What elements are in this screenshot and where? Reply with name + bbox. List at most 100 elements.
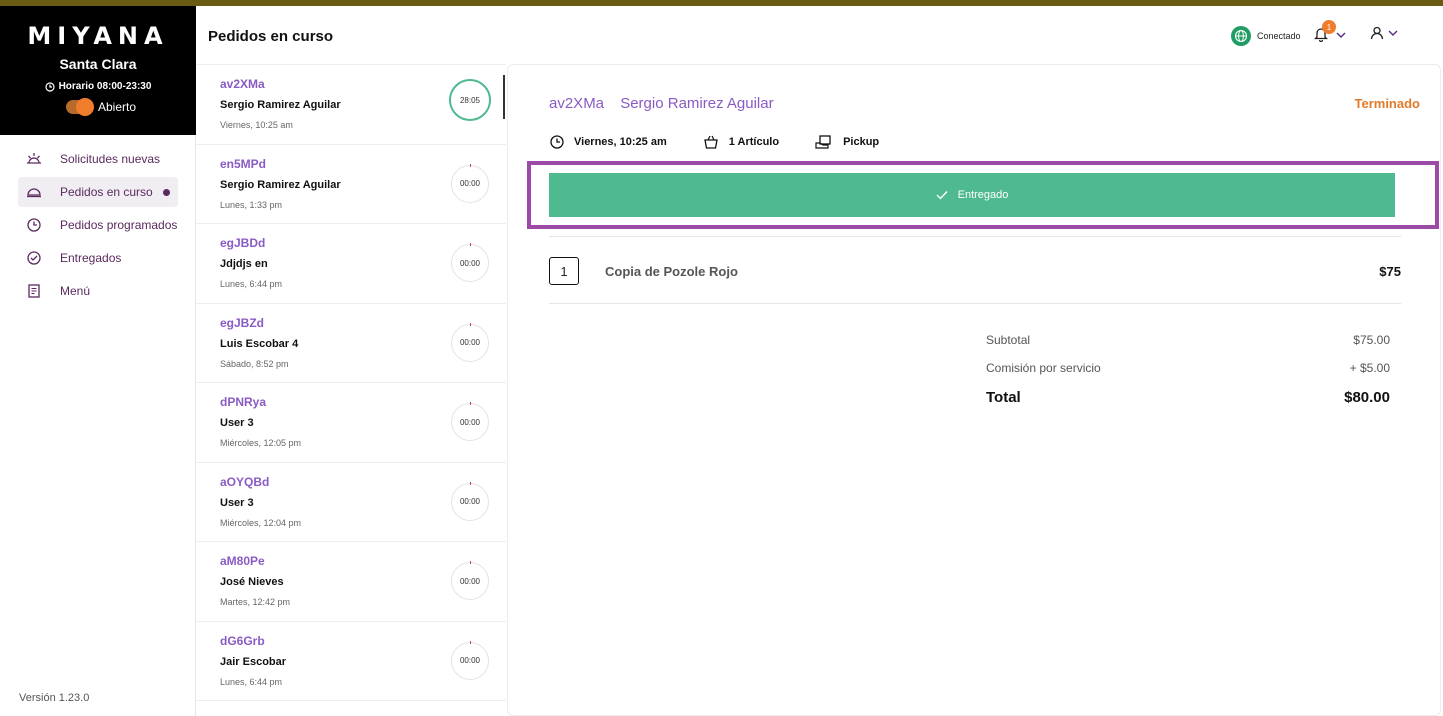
order-time: Lunes, 6:44 pm [220, 676, 283, 687]
timer-tick [470, 640, 471, 644]
order-card[interactable]: egJBDd Jdjdjs en Lunes, 6:44 pm 00:00 [196, 224, 506, 304]
delivered-button-label: Entregado [957, 189, 1009, 201]
order-card[interactable]: aM80Pe José Nieves Martes, 12:42 pm 00:0… [196, 542, 506, 622]
order-code: dG6Grb [220, 633, 265, 648]
timer-tick [470, 481, 471, 485]
notification-badge: 1 [1322, 20, 1336, 34]
notifications-button[interactable]: 1 [1313, 20, 1346, 44]
open-label: Abierto [98, 100, 137, 114]
order-code: av2XMa [220, 77, 265, 91]
service-fee-row: Comisión por servicio + $5.00 [986, 361, 1390, 375]
service-fee-label: Comisión por servicio [986, 361, 1101, 375]
sidebar-item-label: Entregados [60, 251, 122, 265]
chevron-down-icon [1336, 32, 1346, 38]
sidebar-item-entregados[interactable]: Entregados [18, 243, 178, 273]
item-price: $75 [1379, 264, 1401, 279]
order-code: egJBZd [220, 315, 265, 330]
customer-name: User 3 [220, 496, 254, 509]
customer-name: Jdjdjs en [220, 258, 268, 270]
customer-name: José Nieves [220, 576, 284, 588]
sidebar-item-label: Pedidos en curso [60, 185, 153, 199]
items-count-label: 1 Artículo [728, 136, 780, 148]
order-time: Martes, 12:42 pm [220, 597, 291, 607]
connection-label: Conectado [1257, 31, 1301, 41]
dish-icon [26, 184, 42, 200]
sidebar-item-label: Pedidos programados [60, 218, 178, 232]
order-card[interactable]: dPNRya User 3 Miércoles, 12:05 pm 00:00 [196, 383, 506, 463]
order-timer: 28:05 [449, 79, 491, 121]
connection-status: Conectado [1231, 26, 1301, 46]
customer-name: User 3 [220, 417, 254, 429]
timer-label: 00:00 [459, 258, 481, 268]
order-card[interactable]: aOYQBd User 3 Miércoles, 12:04 pm 00:00 [196, 463, 506, 542]
item-name: Copia de Pozole Rojo [605, 264, 738, 279]
store-hours: Horario 08:00-23:30 [0, 81, 196, 92]
customer-name: Sergio Ramirez Aguilar [220, 99, 341, 111]
order-code: aM80Pe [220, 554, 265, 568]
order-code: aOYQBd [220, 474, 270, 489]
order-card[interactable]: en5MPd Sergio Ramirez Aguilar Lunes, 1:3… [196, 145, 506, 224]
order-timer: 00:00 [451, 481, 489, 521]
delivery-mode-label: Pickup [843, 136, 880, 148]
total-value: $80.00 [1344, 389, 1390, 406]
sidebar-item-label: Solicitudes nuevas [60, 152, 161, 166]
order-line-item: 1 Copia de Pozole Rojo $75 [549, 257, 1401, 287]
hours-label: Horario 08:00-23:30 [58, 81, 152, 92]
order-time: Lunes, 1:33 pm [220, 199, 283, 210]
customer-name: Luis Escobar 4 [220, 337, 299, 350]
sidebar-item-pedidos-en-curso[interactable]: Pedidos en curso [18, 177, 178, 207]
order-time: Lunes, 6:44 pm [220, 279, 283, 289]
sidebar-item-solicitudes[interactable]: Solicitudes nuevas [18, 144, 178, 174]
check-circle-icon [26, 250, 42, 266]
order-detail-panel: av2XMa Sergio Ramirez Aguilar Terminado … [507, 64, 1441, 716]
items-count-meta: 1 Artículo [703, 135, 779, 149]
timer-tick [470, 402, 471, 405]
order-status-badge: Terminado [1354, 96, 1421, 111]
order-time-label: Viernes, 10:25 am [574, 136, 667, 148]
order-time-meta: Viernes, 10:25 am [550, 135, 667, 149]
page-title: Pedidos en curso [208, 28, 334, 45]
brand-panel: MIYANA Santa Clara Horario 08:00-23:30 A… [0, 6, 196, 135]
menu-book-icon [26, 283, 42, 299]
open-toggle[interactable] [66, 98, 94, 116]
order-card[interactable]: av2XMa Sergio Ramirez Aguilar Viernes, 1… [196, 65, 506, 145]
total-label: Total [986, 389, 1021, 406]
order-timer: 00:00 [451, 402, 489, 441]
header: Pedidos en curso Conectado 1 [196, 6, 1443, 64]
timer-label: 00:00 [459, 338, 481, 347]
basket-icon [703, 135, 718, 149]
sidebar-item-programados[interactable]: Pedidos programados [18, 210, 178, 240]
order-timer: 00:00 [451, 163, 489, 203]
timer-label: 00:00 [459, 656, 481, 665]
order-card[interactable]: dG6Grb Jair Escobar Lunes, 6:44 pm 00:00 [196, 622, 506, 701]
order-meta: Viernes, 10:25 am 1 Artículo Pickup [550, 135, 879, 149]
order-timer: 00:00 [451, 640, 489, 680]
active-dot [163, 189, 170, 196]
item-quantity: 1 [549, 257, 579, 285]
divider [549, 303, 1401, 304]
pickup-icon [815, 135, 831, 149]
detail-order-code: av2XMa [549, 95, 605, 112]
timer-tick [470, 322, 471, 326]
sidebar-item-menu[interactable]: Menú [18, 276, 178, 306]
orders-list: av2XMa Sergio Ramirez Aguilar Viernes, 1… [196, 64, 506, 716]
order-card[interactable]: egJBZd Luis Escobar 4 Sábado, 8:52 pm 00… [196, 304, 506, 383]
app-version: Versión 1.23.0 [19, 692, 90, 704]
customer-name: Sergio Ramirez Aguilar [220, 178, 341, 191]
timer-tick [470, 243, 471, 246]
order-time: Miércoles, 12:04 pm [220, 517, 302, 528]
check-icon [936, 191, 948, 200]
sidebar: MIYANA Santa Clara Horario 08:00-23:30 A… [0, 6, 196, 716]
subtotal-value: $75.00 [1353, 333, 1390, 347]
bell-icon: 1 [1313, 20, 1336, 44]
order-timer: 00:00 [451, 243, 489, 282]
delivered-button[interactable]: Entregado [549, 173, 1395, 217]
timer-tick [470, 561, 471, 564]
order-totals: Subtotal $75.00 Comisión por servicio + … [986, 333, 1390, 420]
sidebar-item-label: Menú [60, 284, 91, 298]
delivery-mode-meta: Pickup [815, 135, 879, 149]
sunrise-icon [26, 151, 42, 167]
clock-icon [44, 81, 55, 92]
user-menu-button[interactable] [1370, 26, 1398, 40]
timer-label: 00:00 [459, 576, 481, 586]
